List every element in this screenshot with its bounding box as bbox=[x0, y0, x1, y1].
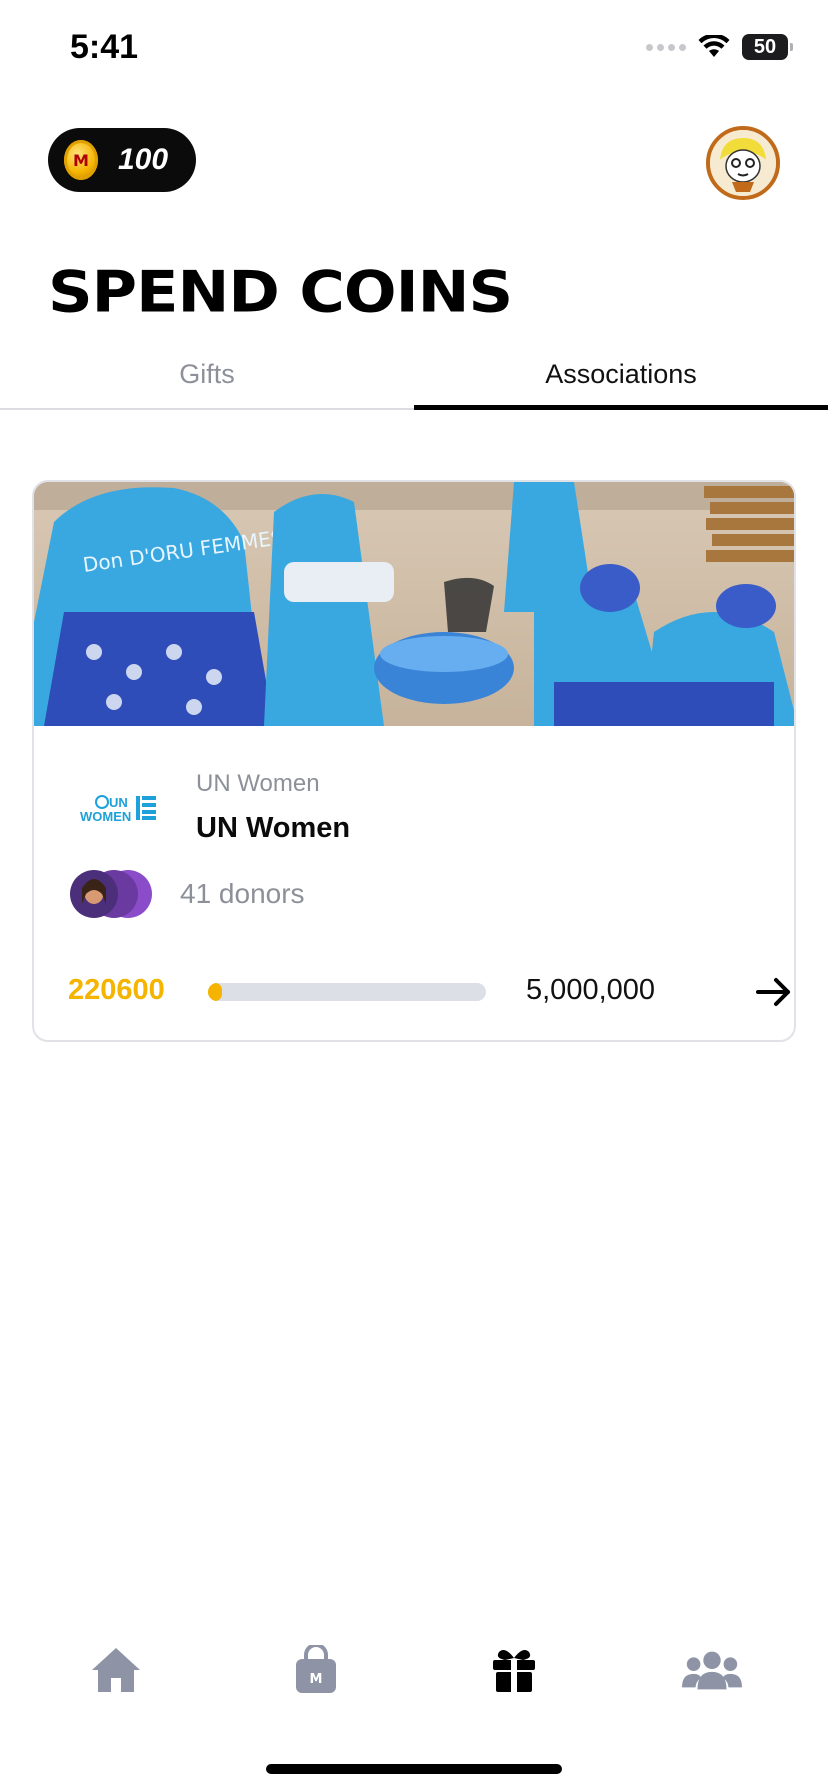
association-card[interactable]: Don D'ORU FEMMES UN WOMEN UN Women UN Wo… bbox=[32, 480, 796, 1042]
tab-associations[interactable]: Associations bbox=[414, 348, 828, 410]
funding-progress: 220600 5,000,000 bbox=[68, 970, 790, 1014]
nav-community[interactable] bbox=[682, 1640, 742, 1700]
nav-home[interactable] bbox=[86, 1640, 146, 1700]
community-icon bbox=[682, 1651, 742, 1690]
nav-shop[interactable]: M bbox=[286, 1640, 346, 1700]
cellular-signal-icon bbox=[646, 43, 686, 51]
tab-bar: Gifts Associations bbox=[0, 348, 828, 410]
svg-text:UN: UN bbox=[109, 795, 128, 810]
arrow-right-icon[interactable] bbox=[754, 972, 794, 1012]
donor-avatars bbox=[70, 870, 152, 918]
org-subtitle: UN Women bbox=[196, 770, 320, 797]
coin-balance[interactable]: M 100 bbox=[48, 128, 196, 192]
page-title: SPEND COINS bbox=[48, 258, 513, 326]
avatar-illustration-icon bbox=[710, 130, 776, 196]
status-icons: 50 bbox=[646, 34, 793, 60]
svg-text:M: M bbox=[310, 1672, 323, 1687]
profile-avatar[interactable] bbox=[706, 126, 780, 200]
status-time: 5:41 bbox=[70, 28, 139, 66]
org-name: UN Women bbox=[196, 812, 351, 844]
progress-bar bbox=[208, 983, 486, 1001]
home-icon bbox=[92, 1648, 140, 1692]
gift-icon bbox=[493, 1650, 535, 1692]
progress-bar-fill bbox=[208, 983, 222, 1001]
un-women-logo: UN WOMEN bbox=[80, 795, 156, 824]
shop-bag-icon: M bbox=[296, 1645, 336, 1693]
goal-amount: 5,000,000 bbox=[526, 974, 656, 1006]
home-indicator bbox=[266, 1764, 562, 1774]
wifi-icon bbox=[698, 35, 730, 57]
spend-coins-screen: 5:41 50 M 100 SPEND COINS Gifts Associat… bbox=[0, 0, 828, 1792]
raised-amount: 220600 bbox=[68, 974, 165, 1006]
coin-icon: M bbox=[64, 140, 98, 180]
battery-icon: 50 bbox=[742, 34, 793, 60]
svg-text:WOMEN: WOMEN bbox=[80, 809, 131, 824]
coin-count: 100 bbox=[118, 143, 169, 176]
nav-gifts[interactable] bbox=[484, 1640, 544, 1700]
association-photo: Don D'ORU FEMMES bbox=[34, 482, 794, 726]
tab-gifts[interactable]: Gifts bbox=[0, 348, 414, 410]
donor-count: 41 donors bbox=[180, 878, 305, 909]
bottom-nav: M bbox=[0, 1640, 828, 1712]
